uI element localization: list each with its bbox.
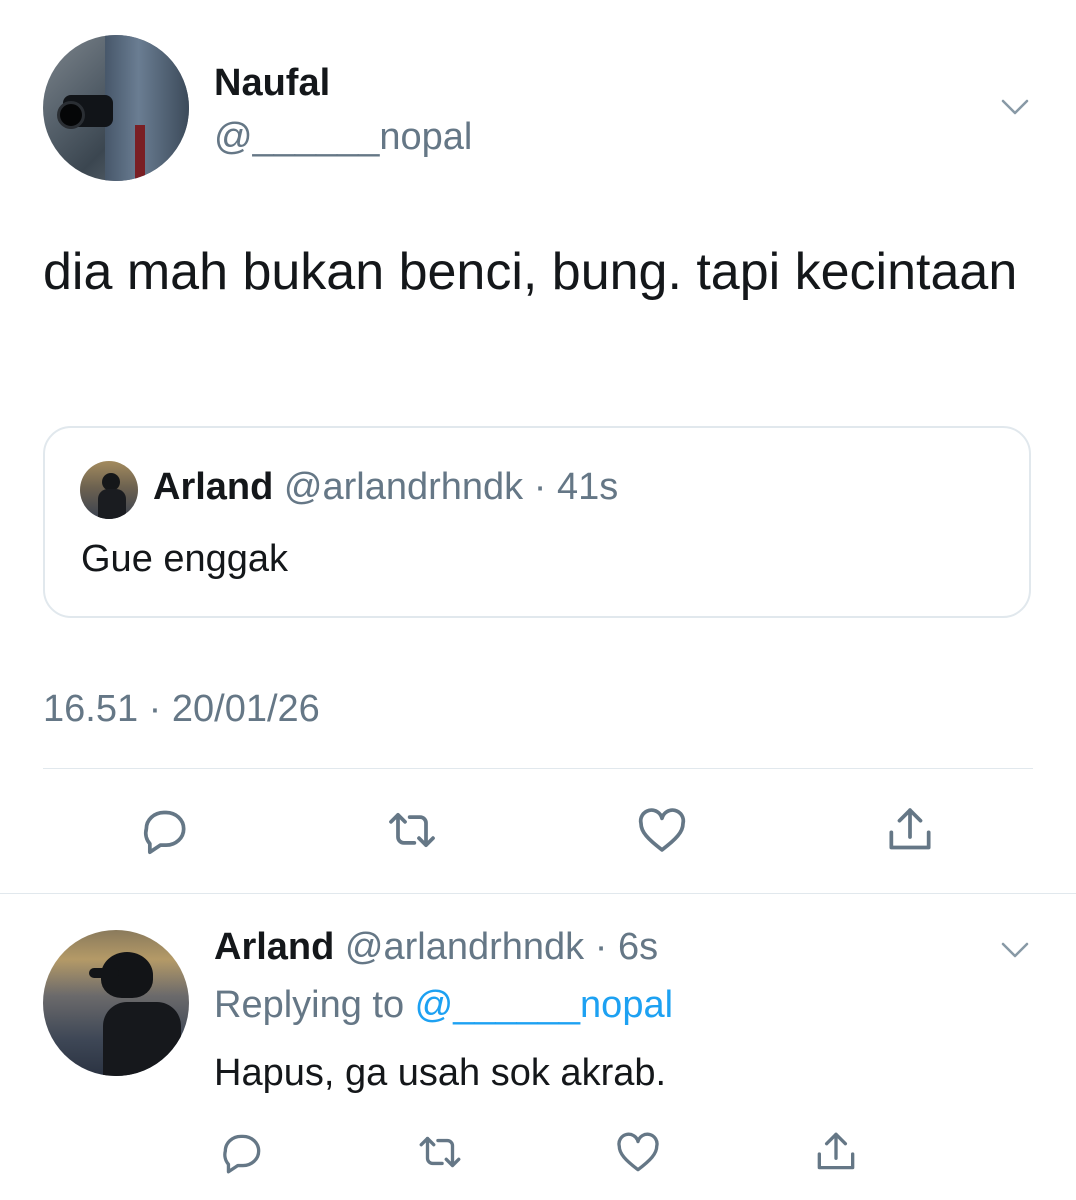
share-button[interactable] xyxy=(806,1122,866,1182)
like-button[interactable] xyxy=(632,800,692,860)
quote-tweet-card[interactable] xyxy=(43,426,1031,618)
retweet-icon xyxy=(419,1136,461,1168)
quote-avatar xyxy=(80,461,138,519)
quote-author-name: Arland xyxy=(153,466,274,508)
author-handle[interactable]: @______nopal xyxy=(214,116,472,159)
chevron-down-icon[interactable] xyxy=(1000,935,1030,965)
reply-header: Arland @arlandrhndk · 6s xyxy=(214,926,658,969)
author-name[interactable]: Naufal xyxy=(214,62,330,105)
chevron-down-icon[interactable] xyxy=(1000,92,1030,122)
replying-to: Replying to @______nopal xyxy=(214,984,673,1027)
camera-lens-shape xyxy=(57,101,85,129)
quote-time: 41s xyxy=(556,466,619,508)
avatar-body-shape xyxy=(98,489,126,519)
like-icon xyxy=(638,808,686,852)
like-icon xyxy=(617,1132,659,1172)
like-button[interactable] xyxy=(608,1122,668,1182)
divider xyxy=(0,893,1076,894)
avatar-arland[interactable] xyxy=(43,930,189,1076)
replying-prefix: Replying to xyxy=(214,984,415,1026)
share-icon xyxy=(817,1132,855,1170)
tweet-timestamp: 16.51 · 20/01/26 xyxy=(43,688,320,730)
quote-separator: · xyxy=(523,466,557,508)
avatar-figure xyxy=(105,35,189,181)
tweet-text: dia mah bukan benci, bung. tapi kecintaa… xyxy=(43,243,1018,301)
reply-text: Hapus, ga usah sok akrab. xyxy=(214,1052,667,1094)
reply-button[interactable] xyxy=(135,800,195,860)
reply-time: 6s xyxy=(617,926,659,968)
share-button[interactable] xyxy=(880,800,940,860)
avatar-torso-shape xyxy=(103,1002,181,1076)
reply-icon xyxy=(223,1134,261,1174)
strap-shape xyxy=(135,125,145,181)
quote-header: Arland @arlandrhndk · 41s xyxy=(153,466,618,509)
reply-icon xyxy=(143,810,186,855)
replying-to-link[interactable]: @______nopal xyxy=(415,984,673,1026)
quote-text: Gue enggak xyxy=(81,538,289,580)
reply-button[interactable] xyxy=(212,1122,272,1182)
avatar-naufal[interactable] xyxy=(43,35,189,181)
quote-author-handle: @arlandrhndk xyxy=(283,466,524,508)
avatar-cap-shape xyxy=(89,968,119,978)
retweet-button[interactable] xyxy=(410,1122,470,1182)
reply-author-handle[interactable]: @arlandrhndk xyxy=(345,926,584,968)
share-icon xyxy=(889,808,931,850)
divider xyxy=(43,768,1033,769)
retweet-button[interactable] xyxy=(382,800,442,860)
reply-author-name[interactable]: Arland xyxy=(214,926,334,968)
reply-separator: · xyxy=(584,926,618,968)
retweet-icon xyxy=(389,812,435,848)
